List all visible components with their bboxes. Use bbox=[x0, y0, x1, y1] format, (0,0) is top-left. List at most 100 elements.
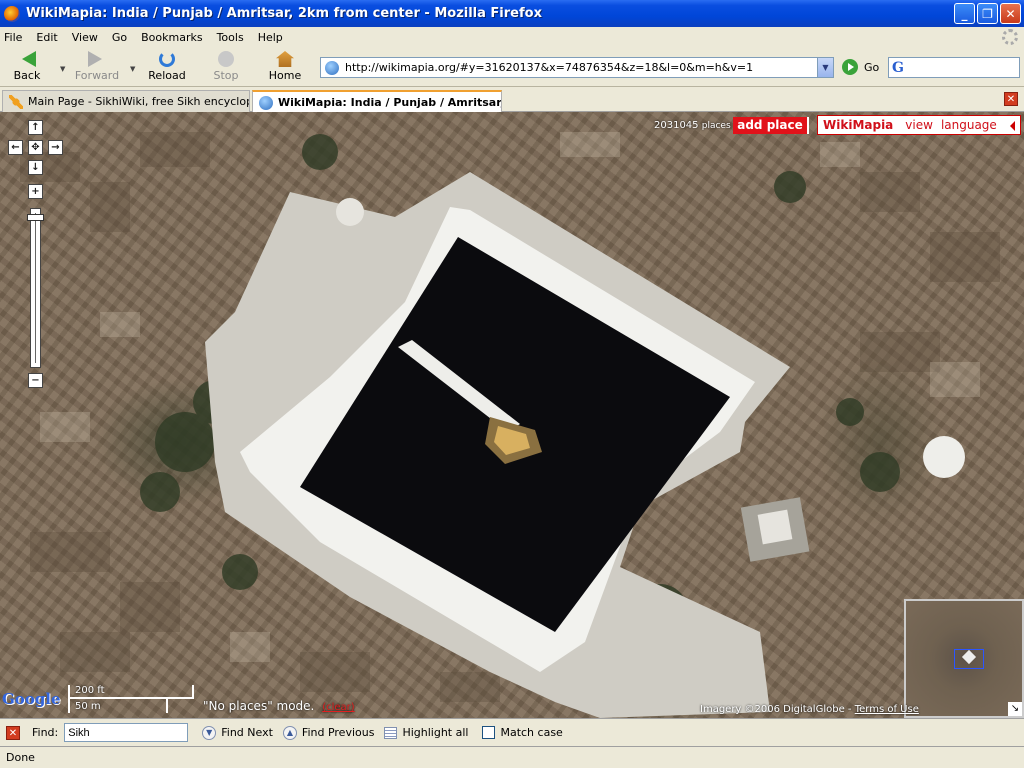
forward-button[interactable]: Forward bbox=[72, 51, 122, 82]
view-menu[interactable]: view bbox=[905, 118, 933, 132]
title-bar: WikiMapia: India / Punjab / Amritsar, 2k… bbox=[0, 0, 1024, 27]
scale-feet-label: 200 ft bbox=[75, 685, 105, 696]
zoom-slider-handle[interactable] bbox=[27, 214, 44, 221]
back-arrow-icon bbox=[18, 51, 36, 67]
navigation-toolbar: Back ▼ Forward ▼ Reload Stop Home ▼ Go G bbox=[0, 47, 1024, 87]
scale-meters-label: 50 m bbox=[75, 701, 101, 712]
menu-help[interactable]: Help bbox=[258, 31, 283, 44]
wikimapia-logo[interactable]: WikiMapia bbox=[823, 118, 893, 132]
url-history-dropdown-icon[interactable]: ▼ bbox=[817, 58, 833, 77]
highlight-icon bbox=[384, 726, 398, 739]
throbber-icon bbox=[1002, 29, 1018, 45]
search-input[interactable] bbox=[907, 61, 1008, 74]
forward-label: Forward bbox=[74, 69, 120, 82]
menu-bar: File Edit View Go Bookmarks Tools Help bbox=[0, 27, 1024, 47]
close-tab-icon[interactable]: ✕ bbox=[1004, 92, 1018, 106]
menu-edit[interactable]: Edit bbox=[36, 31, 57, 44]
tab-bar: Main Page - SikhiWiki, free Sikh encyclo… bbox=[0, 88, 1024, 113]
find-next-button[interactable]: ▼ Find Next bbox=[202, 725, 273, 740]
places-count-label: places bbox=[701, 121, 731, 131]
globe-icon bbox=[259, 95, 273, 110]
terms-of-use-link[interactable]: Terms of Use bbox=[855, 704, 919, 715]
minimize-button[interactable]: _ bbox=[954, 3, 975, 24]
go-label: Go bbox=[864, 60, 880, 74]
pan-center-button[interactable]: ✥ bbox=[28, 140, 43, 155]
home-button[interactable]: Home bbox=[260, 51, 310, 82]
go-button[interactable]: Go bbox=[842, 59, 879, 75]
back-button[interactable]: Back bbox=[2, 51, 52, 82]
overview-minimap[interactable]: ↘ bbox=[904, 599, 1024, 718]
pan-right-button[interactable]: → bbox=[48, 140, 63, 155]
find-previous-button[interactable]: ▲ Find Previous bbox=[282, 725, 375, 740]
firefox-icon bbox=[4, 5, 20, 22]
language-menu[interactable]: language bbox=[941, 118, 997, 132]
pan-left-button[interactable]: ← bbox=[8, 140, 23, 155]
menu-bookmarks[interactable]: Bookmarks bbox=[141, 31, 202, 44]
window-title: WikiMapia: India / Punjab / Amritsar, 2k… bbox=[26, 6, 542, 21]
stop-label: Stop bbox=[213, 69, 239, 82]
clear-mode-link[interactable]: (clear) bbox=[322, 702, 354, 713]
forward-history-dropdown-icon[interactable]: ▼ bbox=[130, 65, 135, 73]
site-globe-icon bbox=[325, 60, 339, 75]
tab-label: WikiMapia: India / Punjab / Amritsar,... bbox=[278, 96, 502, 109]
maximize-button[interactable]: ❐ bbox=[977, 3, 998, 24]
reload-button[interactable]: Reload bbox=[142, 51, 192, 82]
stop-icon bbox=[218, 51, 234, 67]
highlight-all-label: Highlight all bbox=[402, 726, 469, 739]
minimap-viewport-frame[interactable] bbox=[954, 649, 984, 669]
tab-label: Main Page - SikhiWiki, free Sikh encyclo… bbox=[28, 95, 249, 108]
collapse-arrow-icon[interactable] bbox=[1010, 121, 1015, 131]
places-count-value: 2031045 bbox=[654, 120, 699, 131]
menu-file[interactable]: File bbox=[4, 31, 22, 44]
google-icon[interactable]: G bbox=[892, 60, 904, 76]
reload-icon bbox=[159, 51, 175, 67]
home-icon bbox=[276, 51, 294, 67]
satellite-map[interactable]: ↑ ← ✥ → ↓ + − 2031045 places add place W… bbox=[0, 112, 1024, 718]
tab-wikimapia[interactable]: WikiMapia: India / Punjab / Amritsar,... bbox=[252, 90, 502, 113]
up-arrow-icon: ▲ bbox=[282, 725, 297, 740]
checkbox-box[interactable] bbox=[482, 726, 496, 739]
down-arrow-icon: ▼ bbox=[202, 725, 217, 740]
back-label: Back bbox=[13, 69, 41, 82]
find-bar: ✕ Find: ▼ Find Next ▲ Find Previous High… bbox=[0, 718, 1024, 746]
find-next-label: Find Next bbox=[221, 726, 273, 739]
pan-down-button[interactable]: ↓ bbox=[28, 160, 43, 175]
close-window-button[interactable]: ✕ bbox=[1000, 3, 1021, 24]
imagery-copyright: Imagery ©2006 DigitalGlobe - Terms of Us… bbox=[700, 704, 919, 715]
mode-text: "No places" mode. bbox=[203, 699, 315, 713]
khanda-icon bbox=[9, 94, 23, 109]
zoom-out-button[interactable]: − bbox=[28, 373, 43, 388]
forward-arrow-icon bbox=[88, 51, 106, 67]
find-label: Find: bbox=[32, 726, 59, 739]
status-bar: Done bbox=[0, 746, 1024, 768]
places-counter: 2031045 places bbox=[654, 120, 731, 131]
menu-tools[interactable]: Tools bbox=[217, 31, 244, 44]
search-box[interactable]: G bbox=[888, 57, 1020, 78]
go-arrow-icon bbox=[842, 59, 858, 75]
menu-go[interactable]: Go bbox=[112, 31, 127, 44]
close-find-bar-icon[interactable]: ✕ bbox=[6, 725, 20, 740]
reload-label: Reload bbox=[148, 69, 186, 82]
copyright-text: Imagery ©2006 DigitalGlobe - bbox=[700, 704, 852, 715]
back-history-dropdown-icon[interactable]: ▼ bbox=[60, 65, 65, 73]
google-logo[interactable]: Google bbox=[2, 690, 61, 708]
highlight-all-button[interactable]: Highlight all bbox=[384, 726, 468, 739]
pan-up-button[interactable]: ↑ bbox=[28, 120, 43, 135]
match-case-label: Match case bbox=[500, 726, 563, 739]
satellite-imagery bbox=[20, 132, 1000, 718]
menu-view[interactable]: View bbox=[72, 31, 98, 44]
address-bar[interactable]: ▼ bbox=[320, 57, 834, 78]
zoom-in-button[interactable]: + bbox=[28, 184, 43, 199]
stop-button[interactable]: Stop bbox=[201, 51, 251, 82]
wikimapia-header: WikiMapia view language bbox=[817, 115, 1021, 135]
url-input[interactable] bbox=[345, 61, 817, 74]
find-input[interactable] bbox=[64, 723, 189, 742]
add-place-button[interactable]: add place bbox=[733, 117, 809, 134]
scale-bar: 200 ft 50 m bbox=[68, 685, 194, 715]
mode-indicator: "No places" mode. (clear) bbox=[203, 699, 355, 713]
zoom-slider[interactable] bbox=[30, 208, 41, 368]
find-previous-label: Find Previous bbox=[301, 726, 375, 739]
minimap-toggle-icon[interactable]: ↘ bbox=[1008, 702, 1022, 716]
match-case-checkbox[interactable]: Match case bbox=[482, 726, 563, 739]
tab-sikhiwiki[interactable]: Main Page - SikhiWiki, free Sikh encyclo… bbox=[2, 90, 250, 112]
